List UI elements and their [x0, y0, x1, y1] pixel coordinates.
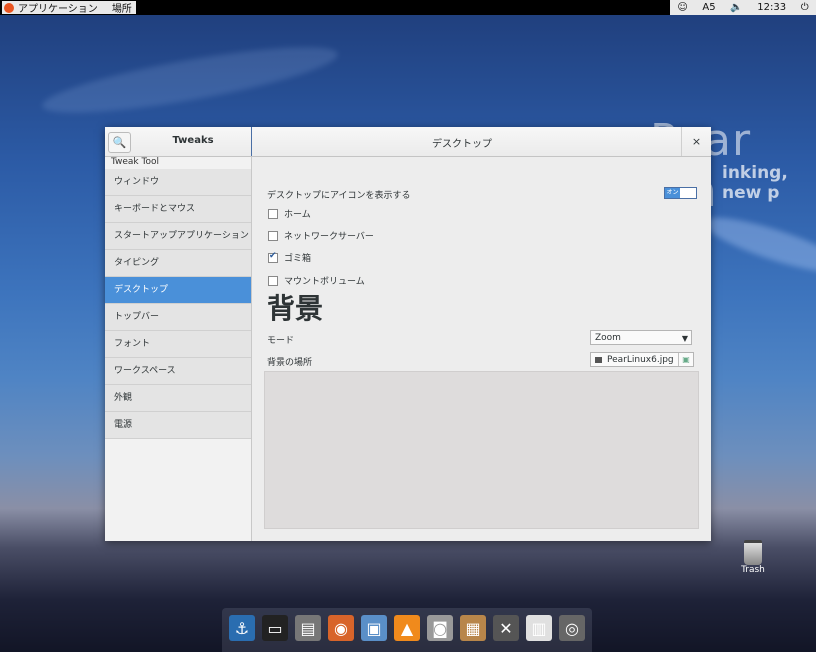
sidebar-item[interactable]: 電源 — [105, 412, 251, 439]
files-icon[interactable]: ▤ — [295, 615, 321, 641]
settings-icon[interactable]: ▥ — [526, 615, 552, 641]
search-button[interactable]: 🔍 — [108, 132, 131, 153]
close-icon: × — [691, 135, 702, 148]
photo-icon[interactable]: ▣ — [361, 615, 387, 641]
page-title: デスクトップ — [432, 139, 492, 150]
location-label: 背景の場所 — [267, 358, 313, 368]
firefox-icon[interactable]: ◉ — [328, 615, 354, 641]
distro-logo-icon — [4, 2, 14, 13]
close-button[interactable]: × — [681, 127, 711, 156]
sidebar-item[interactable]: デスクトップ — [105, 277, 251, 304]
vlc-icon[interactable]: ▲ — [394, 615, 420, 641]
wallpaper-subtitle: inking, new p — [722, 163, 788, 203]
checkbox[interactable] — [268, 209, 278, 219]
sidebar-title: Tweaks — [172, 135, 214, 146]
trash-label: Trash — [741, 565, 765, 575]
terminal-icon[interactable]: ▭ — [262, 615, 288, 641]
dock: ⚓ ▭ ▤ ◉ ▣ ▲ ◙ ▦ ✕ ▥ ◎ — [222, 608, 592, 652]
sidebar-item[interactable]: スタートアップアプリケーション — [105, 223, 251, 250]
keyboard-layout-indicator[interactable]: A5 — [702, 2, 715, 13]
power-icon[interactable]: ⏻ — [801, 2, 809, 13]
sidebar-item[interactable]: ウィンドウ — [105, 169, 251, 196]
camera-icon[interactable]: ◙ — [427, 615, 453, 641]
sidebar-item[interactable]: フォント — [105, 331, 251, 358]
mode-label: モード — [267, 336, 295, 346]
checkbox-label[interactable]: ホーム — [284, 207, 311, 220]
sidebar-item[interactable]: ワークスペース — [105, 358, 251, 385]
checkbox[interactable] — [268, 276, 278, 286]
checkbox[interactable] — [268, 231, 278, 241]
wallpaper-streak — [699, 207, 816, 283]
file-name: PearLinux6.jpg — [607, 355, 674, 365]
applications-label[interactable]: アプリケーション — [18, 0, 98, 15]
places-menu[interactable]: 場所 — [112, 0, 132, 15]
show-icons-label: デスクトップにアイコンを表示する — [267, 191, 411, 201]
checkmark-icon: ✔ — [269, 251, 277, 261]
sidebar-item[interactable]: 外観 — [105, 385, 251, 412]
trash-icon — [744, 540, 762, 565]
package-installer-icon[interactable]: ▦ — [460, 615, 486, 641]
checkbox[interactable]: ✔ — [268, 251, 278, 263]
sidebar-list: ウィンドウ キーボードとマウス スタートアップアプリケーション タイピング デスクトップ… — [105, 169, 251, 439]
image-file-icon — [595, 357, 602, 363]
header-bar: 🔍 Tweaks デスクトップ × — [105, 127, 711, 157]
tweak-tool-window: 🔍 Tweaks デスクトップ × Tweak Tool ウィンドウ キーボードと… — [105, 127, 711, 541]
show-icons-switch[interactable]: オン — [664, 187, 697, 199]
background-preview — [264, 371, 699, 529]
wallpaper-streak — [38, 34, 342, 126]
sidebar-item[interactable]: トップバー — [105, 304, 251, 331]
search-icon: 🔍 — [112, 136, 127, 149]
accessibility-icon[interactable]: ☺ — [677, 2, 687, 13]
checkbox-label[interactable]: ゴミ箱 — [284, 251, 311, 264]
background-heading: 背景 — [267, 292, 324, 325]
trash-icon[interactable]: ◎ — [559, 615, 585, 641]
anchor-icon[interactable]: ⚓ — [229, 615, 255, 641]
volume-icon[interactable]: 🔈 — [730, 2, 742, 13]
sidebar-item[interactable]: タイピング — [105, 250, 251, 277]
desktop-settings-panel: デスクトップにアイコンを表示する オン ホームネットワークサーバー ✔ ゴミ箱マウン… — [252, 157, 711, 541]
open-folder-icon[interactable]: ▣ — [678, 353, 693, 366]
background-file-chooser[interactable]: PearLinux6.jpg ▣ — [590, 352, 694, 367]
status-area: ☺ A5 🔈 12:33 ⏻ — [670, 0, 816, 15]
sidebar-item[interactable]: キーボードとマウス — [105, 196, 251, 223]
tools-icon[interactable]: ✕ — [493, 615, 519, 641]
mode-select[interactable]: Zoom ▼ — [590, 330, 692, 345]
sidebar-heading: Tweak Tool — [111, 157, 159, 167]
mode-select-value: Zoom — [595, 333, 621, 343]
sidebar: Tweak Tool ウィンドウ キーボードとマウス スタートアップアプリケーション… — [105, 157, 252, 541]
clock[interactable]: 12:33 — [757, 2, 786, 13]
chevron-down-icon: ▼ — [681, 334, 688, 343]
top-bar: アプリケーション 場所 ☺ A5 🔈 12:33 ⏻ — [0, 0, 816, 15]
checkbox-label[interactable]: マウントボリューム — [284, 274, 365, 287]
desktop-trash[interactable]: Trash — [736, 540, 770, 575]
applications-menu[interactable]: アプリケーション 場所 — [2, 0, 136, 15]
checkbox-label[interactable]: ネットワークサーバー — [284, 229, 374, 242]
sidebar-header: 🔍 Tweaks — [105, 127, 252, 156]
switch-on-label: オン — [665, 188, 680, 198]
